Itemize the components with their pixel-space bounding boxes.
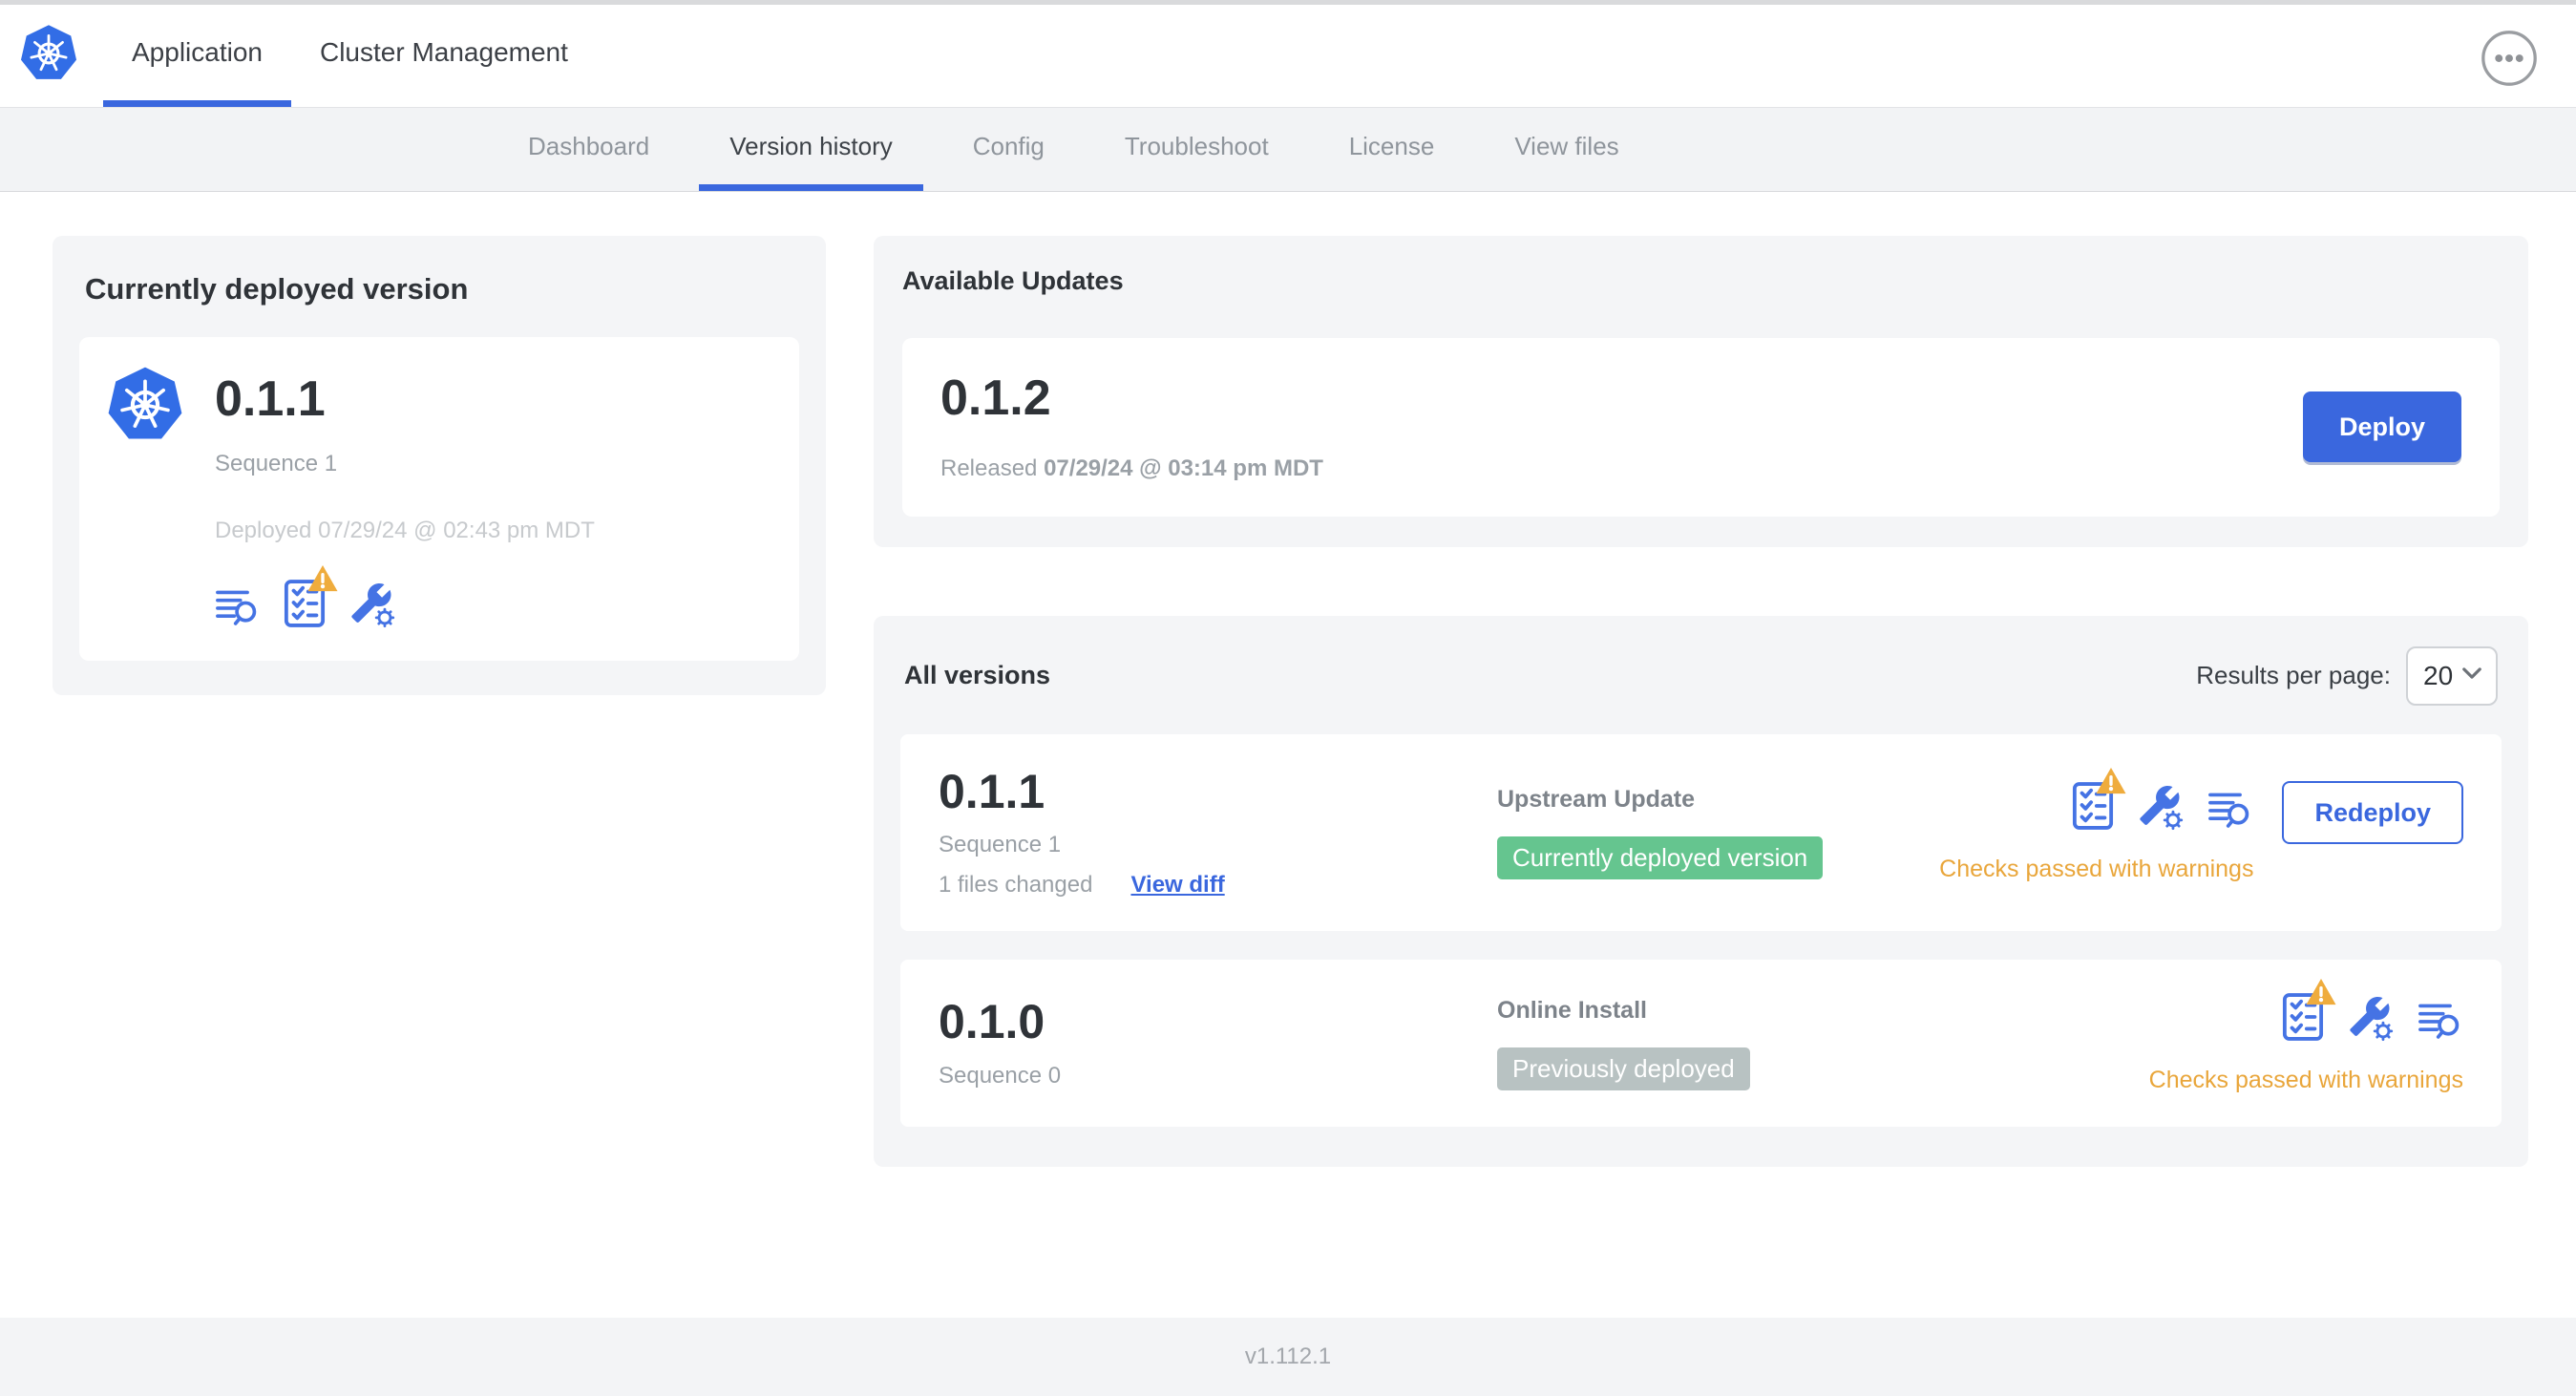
warning-triangle-icon	[306, 563, 339, 593]
version-action-icons	[2072, 781, 2253, 831]
tab-troubleshoot-label: Troubleshoot	[1124, 131, 1269, 160]
tab-version-history[interactable]: Version history	[699, 108, 923, 191]
preflight-checks-icon[interactable]	[2072, 781, 2114, 831]
tab-application-label: Application	[132, 37, 263, 67]
deployment-status-badge: Previously deployed	[1497, 1047, 1750, 1090]
currently-deployed-title: Currently deployed version	[85, 272, 469, 306]
results-per-page-select[interactable]: 20	[2406, 645, 2498, 706]
available-updates-panel: Available Updates 0.1.2 Released 07/29/2…	[874, 236, 2528, 547]
source-label: Online Install	[1497, 996, 1647, 1024]
available-updates-title: Available Updates	[902, 266, 1124, 295]
version-actions: Checks passed with warnings	[2149, 992, 2463, 1094]
tab-license[interactable]: License	[1319, 108, 1466, 191]
app-subnav: Dashboard Version history Config Trouble…	[0, 108, 2576, 192]
checks-status: Checks passed with warnings	[1939, 856, 2254, 883]
release-notes-icon[interactable]	[215, 586, 261, 628]
version-row-0-1-1: 0.1.1 Sequence 1 1 files changed View di…	[900, 733, 2502, 932]
preflight-checks-icon[interactable]	[2282, 992, 2324, 1042]
source-label: Upstream Update	[1497, 785, 1695, 813]
config-icon[interactable]	[2137, 783, 2185, 831]
results-per-page: Results per page: 20	[2196, 645, 2498, 706]
main-content: Currently deployed version 0.1.1 Sequenc…	[0, 192, 2576, 1318]
chevron-down-icon	[2461, 666, 2482, 685]
tab-config[interactable]: Config	[942, 108, 1075, 191]
tab-view-files-label: View files	[1514, 131, 1619, 160]
deployment-status-badge: Currently deployed version	[1497, 835, 1824, 879]
tab-view-files[interactable]: View files	[1484, 108, 1649, 191]
version-sequence: Sequence 0	[939, 1062, 1062, 1089]
release-notes-icon[interactable]	[2418, 1000, 2463, 1042]
deploy-button[interactable]: Deploy	[2302, 391, 2461, 463]
all-versions-panel: All versions Results per page: 20 0.1.1 …	[874, 615, 2528, 1168]
version-info: 0.1.1 Sequence 1 1 files changed View di…	[939, 767, 1497, 899]
tab-application[interactable]: Application	[103, 5, 291, 107]
warning-triangle-icon	[2095, 766, 2127, 795]
tab-dashboard[interactable]: Dashboard	[497, 108, 680, 191]
version-number: 0.1.0	[939, 995, 1045, 1049]
version-source: Online Install Previously deployed	[1497, 997, 2149, 1090]
deployed-timestamp: 07/29/24 @ 02:43 pm MDT	[318, 517, 595, 543]
deployed-prefix: Deployed	[215, 517, 312, 543]
app-header: Application Cluster Management	[0, 5, 2576, 108]
current-version-actions	[215, 579, 595, 628]
redeploy-button[interactable]: Redeploy	[2282, 781, 2463, 845]
version-actions: Checks passed with warnings Redeploy	[1939, 781, 2463, 883]
checks-column: Checks passed with warnings	[2149, 992, 2463, 1094]
currently-deployed-card: 0.1.1 Sequence 1 Deployed 07/29/24 @ 02:…	[79, 337, 799, 661]
config-icon[interactable]	[348, 581, 396, 628]
right-column: Available Updates 0.1.2 Released 07/29/2…	[874, 236, 2528, 1318]
current-version-details: 0.1.1 Sequence 1 Deployed 07/29/24 @ 02:…	[215, 366, 595, 628]
files-changed-text: 1 files changed	[939, 872, 1093, 899]
ellipsis-icon	[2481, 75, 2538, 90]
tab-version-history-label: Version history	[729, 131, 893, 160]
version-sequence: Sequence 1	[939, 832, 1062, 858]
warning-triangle-icon	[2305, 977, 2337, 1006]
currently-deployed-panel: Currently deployed version 0.1.1 Sequenc…	[53, 236, 826, 695]
tab-cluster-management-label: Cluster Management	[319, 37, 568, 67]
update-details: 0.1.2 Released 07/29/24 @ 03:14 pm MDT	[940, 372, 1323, 482]
all-versions-header: All versions Results per page: 20	[900, 645, 2502, 706]
current-version-deployed-at: Deployed 07/29/24 @ 02:43 pm MDT	[215, 518, 595, 544]
tab-cluster-management[interactable]: Cluster Management	[291, 5, 597, 107]
all-versions-title: All versions	[904, 661, 1051, 690]
results-per-page-label: Results per page:	[2196, 661, 2391, 690]
current-version-number: 0.1.1	[215, 371, 326, 427]
version-row-0-1-0: 0.1.0 Sequence 0 Online Install Previous…	[900, 960, 2502, 1128]
tab-troubleshoot[interactable]: Troubleshoot	[1094, 108, 1299, 191]
checks-status: Checks passed with warnings	[2148, 1067, 2463, 1094]
kubernetes-logo	[19, 24, 78, 83]
tab-license-label: License	[1348, 131, 1435, 160]
released-prefix: Released	[940, 455, 1038, 481]
current-version-sequence: Sequence 1	[215, 450, 338, 476]
overflow-menu-button[interactable]	[2481, 30, 2538, 87]
update-released-at: Released 07/29/24 @ 03:14 pm MDT	[940, 455, 1323, 482]
console-version: v1.112.1	[1244, 1343, 1332, 1369]
released-timestamp: 07/29/24 @ 03:14 pm MDT	[1044, 455, 1323, 481]
version-source: Upstream Update Currently deployed versi…	[1497, 786, 1939, 879]
header-tabs: Application Cluster Management	[103, 5, 597, 107]
update-version-number: 0.1.2	[940, 370, 1051, 426]
app-footer: v1.112.1	[0, 1318, 2576, 1396]
version-info: 0.1.0 Sequence 0	[939, 997, 1497, 1089]
tab-config-label: Config	[972, 131, 1045, 160]
version-number: 0.1.1	[939, 764, 1045, 818]
app-icon-kubernetes	[106, 366, 184, 444]
config-icon[interactable]	[2347, 994, 2395, 1042]
version-action-icons	[2282, 992, 2463, 1042]
admin-console-page: Application Cluster Management Dashboard…	[0, 0, 2576, 1396]
results-per-page-value: 20	[2423, 660, 2454, 690]
preflight-checks-icon[interactable]	[284, 579, 326, 628]
view-diff-link[interactable]: View diff	[1130, 872, 1224, 899]
tab-dashboard-label: Dashboard	[528, 131, 650, 160]
checks-column: Checks passed with warnings	[1939, 781, 2253, 883]
available-update-card: 0.1.2 Released 07/29/24 @ 03:14 pm MDT D…	[902, 338, 2500, 517]
release-notes-icon[interactable]	[2207, 789, 2253, 831]
files-changed-line: 1 files changed View diff	[939, 872, 1497, 899]
